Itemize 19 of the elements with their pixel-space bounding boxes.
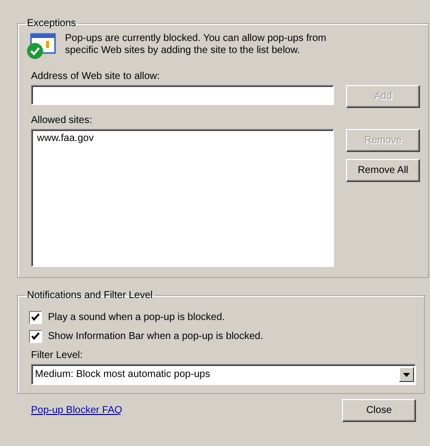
address-field[interactable] [31,85,334,105]
close-button[interactable]: Close [342,399,416,422]
site-item[interactable]: www.faa.gov [34,133,331,144]
checkbox[interactable] [29,311,42,324]
group-title: Exceptions [26,18,77,29]
description-text: Pop-ups are currently blocked. You can allow pop-ups from specific Web sites by adding the site to the list below. [65,33,328,57]
filter-label: Filter Level: [31,350,84,361]
dropdown-arrow-icon[interactable] [403,372,410,376]
checkbox[interactable] [29,330,42,343]
faq-link[interactable]: Pop-up Blocker FAQ [31,405,122,416]
field-label: Address of Web site to allow: [31,71,161,82]
remove-button[interactable]: Remove All [346,159,420,182]
sites-list[interactable]: www.faa.gov [31,129,334,267]
group-title: Notifications and Filter Level [26,290,154,301]
checkbox-label: Show Information Bar when a pop-up is blocked. [48,331,264,342]
list-label: Allowed sites: [31,115,94,126]
filter-dropdown[interactable]: Medium: Block most automatic pop-ups [31,364,416,385]
checkbox-label: Play a sound when a pop-up is blocked. [48,312,225,323]
window-check-icon [25,33,57,61]
